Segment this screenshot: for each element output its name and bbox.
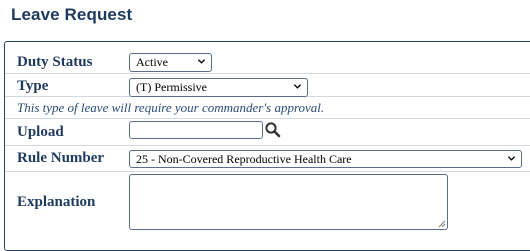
chevron-down-icon xyxy=(197,59,206,64)
type-select[interactable]: (T) Permissive xyxy=(129,78,308,97)
explanation-label: Explanation xyxy=(17,194,96,210)
rule-number-select[interactable]: 25 - Non-Covered Reproductive Health Car… xyxy=(129,150,522,168)
type-value: (T) Permissive xyxy=(136,80,207,94)
upload-input[interactable] xyxy=(129,121,263,139)
row-divider xyxy=(5,118,530,119)
chevron-down-icon xyxy=(507,156,516,161)
type-approval-note: This type of leave will require your com… xyxy=(17,100,325,115)
duty-status-value: Active xyxy=(136,55,168,69)
upload-label: Upload xyxy=(17,124,64,140)
page-title: Leave Request xyxy=(11,5,133,24)
magnifier-icon[interactable] xyxy=(264,121,282,139)
chevron-down-icon xyxy=(293,84,302,89)
rule-number-value: 25 - Non-Covered Reproductive Health Car… xyxy=(136,152,352,166)
rule-number-label: Rule Number xyxy=(17,150,105,166)
resize-handle-icon[interactable] xyxy=(438,220,446,228)
explanation-textarea[interactable] xyxy=(129,174,448,230)
duty-status-label: Duty Status xyxy=(17,54,93,70)
type-label: Type xyxy=(17,78,49,94)
row-divider xyxy=(5,171,530,172)
duty-status-select[interactable]: Active xyxy=(129,53,212,72)
row-divider xyxy=(5,145,530,146)
row-divider xyxy=(5,73,530,74)
